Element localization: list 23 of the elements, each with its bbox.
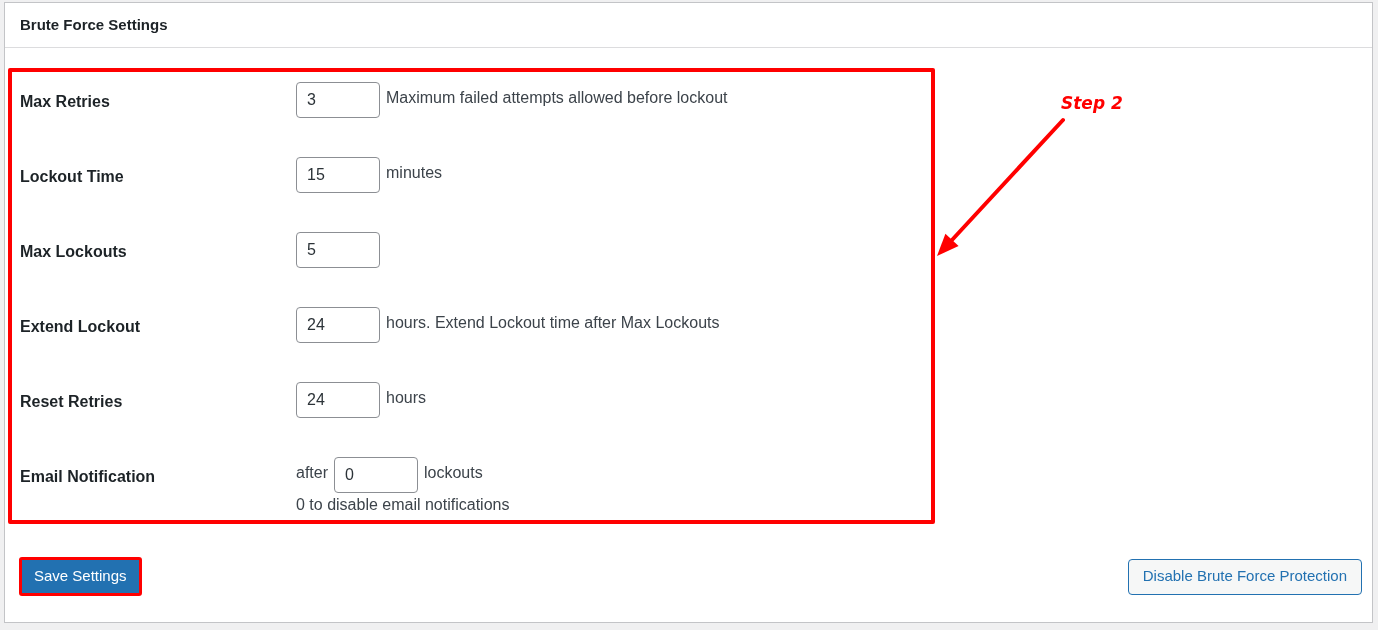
field-prefix: after	[296, 463, 328, 483]
field-description: hours. Extend Lockout time after Max Lockouts	[386, 313, 720, 333]
save-button[interactable]: Save Settings	[22, 560, 139, 593]
setting-label: Reset Retries	[20, 392, 124, 412]
input-field[interactable]: 5	[296, 232, 380, 268]
input-field[interactable]: 15	[296, 157, 380, 193]
setting-label: Extend Lockout	[20, 317, 141, 337]
field-description: minutes	[386, 163, 443, 183]
setting-label: Lockout Time	[20, 167, 125, 187]
input-field[interactable]: 3	[296, 82, 380, 118]
field-description: Maximum failed attempts allowed before lockout	[386, 88, 728, 108]
input-field[interactable]: 24	[296, 307, 380, 343]
field-note: 0 to disable email notifications	[296, 495, 510, 515]
input-field[interactable]: 0	[334, 457, 418, 493]
setting-label: Email Notification	[20, 467, 157, 487]
disable-button[interactable]: Disable Brute Force Protection	[1127, 558, 1362, 595]
input-field[interactable]: 24	[296, 382, 380, 418]
setting-label: Max Retries	[20, 92, 111, 112]
annotation-label: Step 2	[1061, 92, 1123, 115]
panel-title: Brute Force Settings	[20, 14, 168, 35]
field-description: lockouts	[424, 463, 483, 483]
setting-label: Max Lockouts	[20, 242, 128, 262]
field-description: hours	[386, 388, 427, 408]
